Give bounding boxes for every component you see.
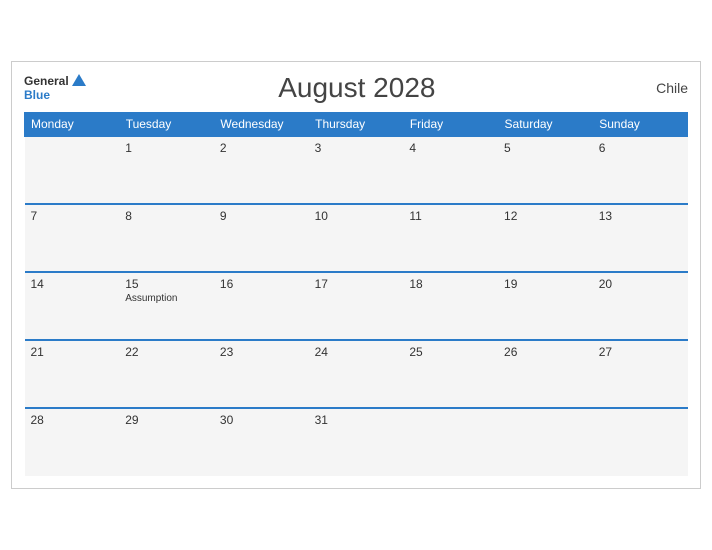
calendar-cell: [593, 408, 688, 476]
calendar-cell: 25: [403, 340, 498, 408]
calendar-cell: 28: [25, 408, 120, 476]
calendar-table: MondayTuesdayWednesdayThursdayFridaySatu…: [24, 112, 688, 476]
calendar-body: 123456789101112131415Assumption161718192…: [25, 136, 688, 476]
calendar-cell: 30: [214, 408, 309, 476]
day-number: 10: [315, 209, 328, 223]
calendar-header: General Blue August 2028 Chile: [24, 72, 688, 104]
day-number: 15: [125, 277, 138, 291]
weekday-header-saturday: Saturday: [498, 113, 593, 137]
day-number: 30: [220, 413, 233, 427]
day-number: 14: [31, 277, 44, 291]
calendar-cell: 3: [309, 136, 404, 204]
day-number: 18: [409, 277, 422, 291]
holiday-label: Assumption: [125, 293, 208, 304]
weekday-header-sunday: Sunday: [593, 113, 688, 137]
logo-blue-text: Blue: [24, 88, 50, 102]
day-number: 28: [31, 413, 44, 427]
day-number: 3: [315, 141, 322, 155]
calendar-cell: 31: [309, 408, 404, 476]
calendar-cell: 24: [309, 340, 404, 408]
calendar-cell: 14: [25, 272, 120, 340]
day-number: 16: [220, 277, 233, 291]
day-number: 6: [599, 141, 606, 155]
weekday-header-friday: Friday: [403, 113, 498, 137]
day-number: 29: [125, 413, 138, 427]
calendar-header-row: MondayTuesdayWednesdayThursdayFridaySatu…: [25, 113, 688, 137]
calendar-cell: 4: [403, 136, 498, 204]
calendar-cell: 16: [214, 272, 309, 340]
day-number: 31: [315, 413, 328, 427]
day-number: 26: [504, 345, 517, 359]
calendar-cell: 7: [25, 204, 120, 272]
day-number: 9: [220, 209, 227, 223]
calendar-week-1: 1 2 3 4 5 6: [25, 136, 688, 204]
calendar-cell: 20: [593, 272, 688, 340]
calendar-week-4: 21 22 23 24 25 26 27: [25, 340, 688, 408]
calendar-cell: 12: [498, 204, 593, 272]
calendar-cell: [498, 408, 593, 476]
day-number: 23: [220, 345, 233, 359]
day-number: 24: [315, 345, 328, 359]
month-title: August 2028: [86, 72, 628, 104]
calendar-week-3: 14 15 Assumption 16 17 18 19 20: [25, 272, 688, 340]
calendar-week-2: 7 8 9 10 11 12 13: [25, 204, 688, 272]
day-number: 2: [220, 141, 227, 155]
day-number: 25: [409, 345, 422, 359]
calendar-cell: 15 Assumption: [119, 272, 214, 340]
calendar-cell: 22: [119, 340, 214, 408]
calendar-cell: 1: [119, 136, 214, 204]
calendar-cell: 27: [593, 340, 688, 408]
day-number: 7: [31, 209, 38, 223]
calendar-cell: 18: [403, 272, 498, 340]
day-number: 5: [504, 141, 511, 155]
day-number: 1: [125, 141, 132, 155]
calendar-cell: 17: [309, 272, 404, 340]
day-number: 13: [599, 209, 612, 223]
calendar-cell: 29: [119, 408, 214, 476]
calendar-week-5: 28 29 30 31: [25, 408, 688, 476]
calendar-cell: 6: [593, 136, 688, 204]
calendar-cell: 21: [25, 340, 120, 408]
calendar-cell: 8: [119, 204, 214, 272]
day-number: 27: [599, 345, 612, 359]
logo-triangle-icon: [72, 74, 86, 86]
day-number: 4: [409, 141, 416, 155]
day-number: 22: [125, 345, 138, 359]
weekday-header-tuesday: Tuesday: [119, 113, 214, 137]
calendar-cell: 9: [214, 204, 309, 272]
day-number: 21: [31, 345, 44, 359]
logo-general-text: General: [24, 74, 69, 88]
day-number: 20: [599, 277, 612, 291]
logo: General Blue: [24, 74, 86, 103]
day-number: 8: [125, 209, 132, 223]
calendar-cell: [25, 136, 120, 204]
calendar-cell: 11: [403, 204, 498, 272]
calendar-cell: 23: [214, 340, 309, 408]
day-number: 11: [409, 209, 421, 223]
day-number: 12: [504, 209, 517, 223]
calendar-cell: 13: [593, 204, 688, 272]
calendar-cell: 10: [309, 204, 404, 272]
calendar-cell: 2: [214, 136, 309, 204]
weekday-header-thursday: Thursday: [309, 113, 404, 137]
calendar-container: General Blue August 2028 Chile MondayTue…: [11, 61, 701, 489]
calendar-cell: 19: [498, 272, 593, 340]
weekday-header-wednesday: Wednesday: [214, 113, 309, 137]
weekday-header-monday: Monday: [25, 113, 120, 137]
day-number: 19: [504, 277, 517, 291]
calendar-cell: 26: [498, 340, 593, 408]
country-label: Chile: [628, 80, 688, 96]
day-number: 17: [315, 277, 328, 291]
calendar-cell: 5: [498, 136, 593, 204]
calendar-cell: [403, 408, 498, 476]
